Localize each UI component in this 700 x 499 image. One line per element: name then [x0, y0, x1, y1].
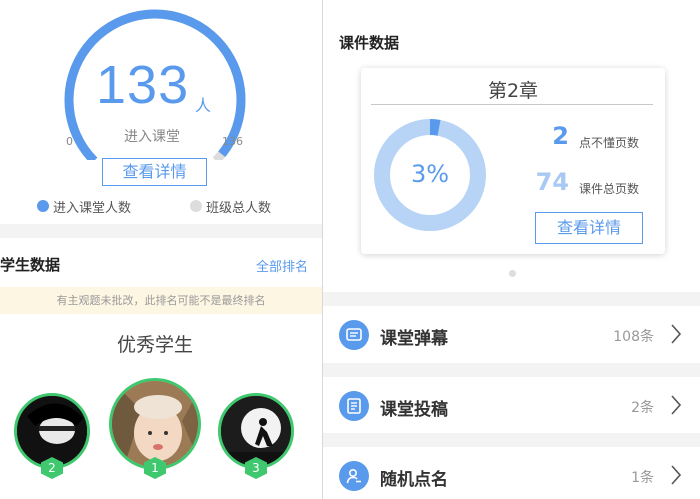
- chapter-title: 第2章: [487, 80, 539, 102]
- section-divider: [0, 224, 322, 238]
- list-item-label: 课堂投稿: [380, 400, 448, 420]
- list-item-count: 108条: [613, 329, 654, 345]
- donut-percent-label: 3%: [410, 160, 450, 188]
- not-understood-label: 点不懂页数: [579, 136, 640, 150]
- carousel-indicator[interactable]: [509, 270, 516, 277]
- legend-entered-label: 进入课堂人数: [53, 201, 132, 216]
- list-item-random-rollcall[interactable]: 随机点名 1条: [323, 447, 700, 499]
- section-divider: [323, 363, 700, 377]
- chevron-right-icon: [671, 395, 682, 415]
- entered-count: 133: [96, 55, 190, 115]
- student-avatar-rank-1[interactable]: [109, 378, 201, 470]
- section-divider: [323, 433, 700, 447]
- random-rollcall-icon: [339, 461, 369, 491]
- gauge-max-label: 136: [222, 135, 243, 148]
- student-data-title: 学生数据: [0, 256, 61, 274]
- list-item-submission[interactable]: 课堂投稿 2条: [323, 377, 700, 434]
- list-item-label: 随机点名: [380, 470, 448, 490]
- list-item-label: 课堂弹幕: [380, 329, 448, 349]
- not-understood-count: 2: [552, 122, 569, 150]
- classroom-detail-button[interactable]: 查看详情: [102, 158, 207, 186]
- avatar-image: [112, 381, 198, 467]
- legend-entered-dot: [37, 200, 49, 212]
- courseware-data-title: 课件数据: [339, 34, 400, 52]
- total-pages-label: 课件总页数: [579, 182, 640, 196]
- submission-icon: [339, 391, 369, 421]
- gauge-caption: 进入课堂: [124, 129, 180, 145]
- section-divider: [323, 292, 700, 306]
- classroom-panel: 133 人 进入课堂 0 136 查看详情 进入课堂人数 班级总人数 学生数据 …: [0, 0, 322, 499]
- total-pages-count: 74: [535, 168, 569, 196]
- entered-count-unit: 人: [195, 96, 212, 115]
- legend-total-label: 班级总人数: [206, 201, 272, 216]
- courseware-detail-button[interactable]: 查看详情: [535, 212, 643, 244]
- ranking-notice: 有主观题未批改，此排名可能不是最终排名: [0, 287, 322, 314]
- chapter-card: 第2章 3% 2 点不懂页数 74 课件总页数 查看详情: [361, 68, 665, 254]
- chevron-right-icon: [671, 324, 682, 344]
- list-item-count: 2条: [631, 400, 654, 416]
- all-ranking-link[interactable]: 全部排名: [256, 256, 308, 275]
- legend-total-dot: [190, 200, 202, 212]
- list-item-count: 1条: [631, 470, 654, 486]
- list-item-danmaku[interactable]: 课堂弹幕 108条: [323, 306, 700, 363]
- excellent-students-title: 优秀学生: [116, 334, 193, 356]
- chapter-divider: [371, 104, 653, 105]
- gauge-min-label: 0: [66, 135, 73, 148]
- courseware-panel: 课件数据 第2章 3% 2 点不懂页数 74 课件总页数 查看详情 课堂弹幕 1…: [323, 0, 700, 499]
- danmaku-icon: [339, 320, 369, 350]
- chevron-right-icon: [671, 465, 682, 485]
